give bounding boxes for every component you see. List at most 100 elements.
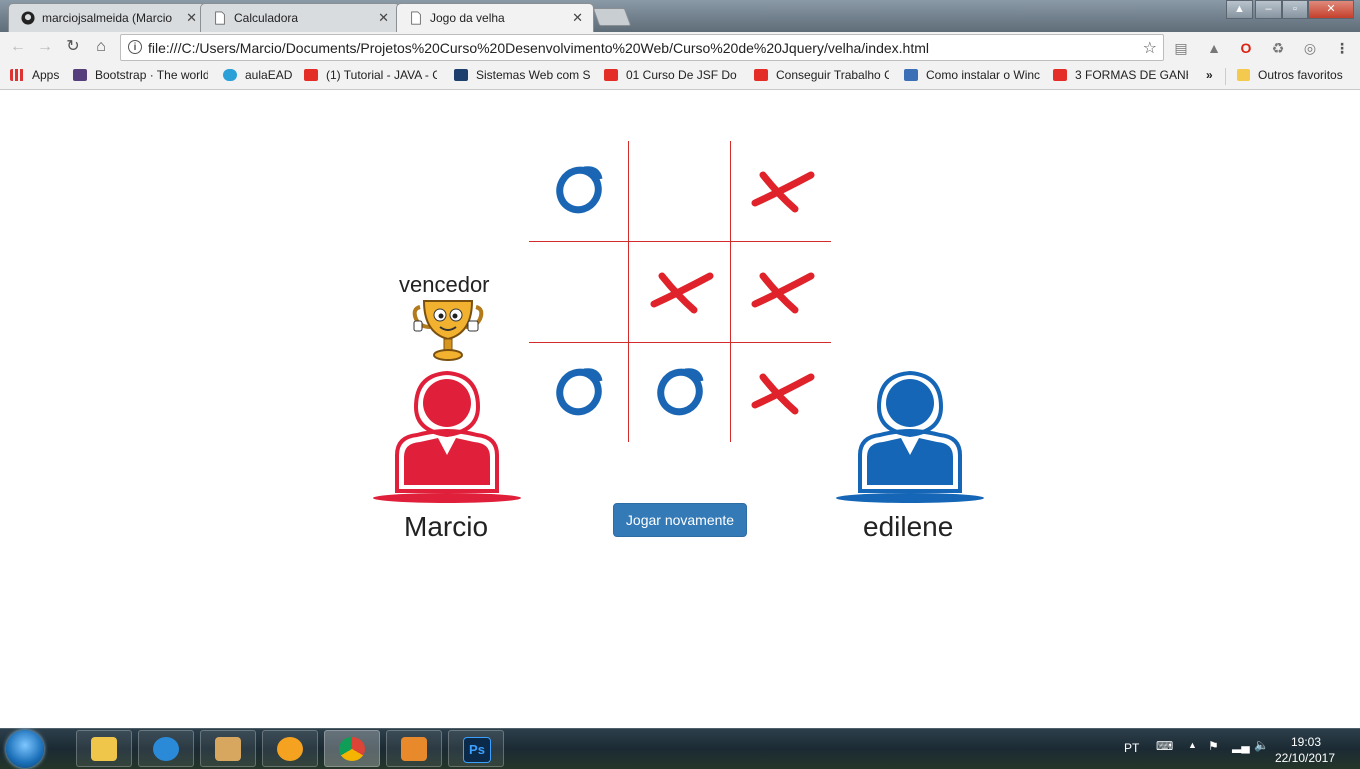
bookmark-bootstrap[interactable]: Bootstrap · The world bbox=[73, 68, 208, 84]
site-icon bbox=[454, 69, 468, 81]
drive-extension-icon[interactable]: ▲ bbox=[1206, 40, 1222, 56]
show-hidden-icons-icon[interactable]: ▲ bbox=[1188, 740, 1197, 750]
window-close-button[interactable]: ✕ bbox=[1308, 0, 1354, 19]
board-cell[interactable] bbox=[529, 141, 629, 241]
pdf-extension-icon[interactable]: ▤ bbox=[1173, 40, 1189, 56]
bookmark-curso-jsf[interactable]: 01 Curso De JSF Do Z bbox=[604, 68, 739, 84]
menu-icon[interactable]: ⋮ bbox=[1334, 40, 1350, 56]
board-cell[interactable] bbox=[529, 343, 629, 443]
home-icon[interactable]: ⌂ bbox=[91, 37, 111, 57]
user-profile-button[interactable]: ▲ bbox=[1226, 0, 1253, 19]
player1-name: Marcio bbox=[404, 511, 489, 542]
play-again-button[interactable]: Jogar novamente bbox=[613, 503, 747, 537]
chrome-icon bbox=[339, 737, 365, 761]
clock-date[interactable]: 22/10/2017 bbox=[1270, 751, 1340, 765]
bookmark-como-instalar[interactable]: Como instalar o Winc bbox=[904, 68, 1040, 84]
forward-icon[interactable]: → bbox=[35, 37, 55, 57]
explorer-icon bbox=[91, 737, 117, 761]
tab-jogo-da-velha[interactable]: Jogo da velha ✕ bbox=[396, 3, 594, 32]
o-mark-icon bbox=[556, 368, 603, 416]
start-button[interactable] bbox=[6, 730, 44, 768]
cloud-icon bbox=[223, 69, 237, 81]
minimize-button[interactable]: – bbox=[1255, 0, 1282, 19]
taskbar-internet-explorer[interactable] bbox=[138, 730, 194, 767]
bookmark-other-favorites[interactable]: Outros favoritos bbox=[1237, 68, 1343, 84]
o-mark-icon bbox=[657, 368, 704, 416]
bookmark-sistemas-web[interactable]: Sistemas Web com Sp bbox=[454, 68, 590, 84]
page-icon bbox=[215, 11, 225, 25]
volume-icon[interactable]: 🔈 bbox=[1254, 738, 1269, 752]
tab-calculadora[interactable]: Calculadora ✕ bbox=[200, 3, 400, 32]
address-bar[interactable]: i file:///C:/Users/Marcio/Documents/Proj… bbox=[120, 34, 1164, 61]
bookmark-apps[interactable]: Apps bbox=[10, 68, 59, 84]
board-cell[interactable] bbox=[731, 141, 831, 241]
youtube-icon bbox=[304, 69, 318, 81]
trophy-icon bbox=[412, 300, 484, 361]
taskbar-app-orange[interactable] bbox=[262, 730, 318, 767]
game-page: vencedor Marcio Jogar novamente edilene bbox=[0, 90, 1360, 728]
taskbar-chrome[interactable] bbox=[324, 730, 380, 767]
close-icon[interactable]: ✕ bbox=[378, 10, 389, 26]
bookmarks-bar: Apps Bootstrap · The world aulaEAD (1) T… bbox=[0, 63, 1360, 90]
taskbar-media[interactable] bbox=[386, 730, 442, 767]
address-url[interactable]: file:///C:/Users/Marcio/Documents/Projet… bbox=[148, 40, 929, 56]
photoshop-icon: Ps bbox=[463, 737, 491, 763]
opera-extension-icon[interactable]: O bbox=[1238, 40, 1254, 56]
tab-strip: marciojsalmeida (Marcio ✕ Calculadora ✕ … bbox=[0, 0, 1360, 32]
more-bookmarks-button[interactable]: » bbox=[1206, 68, 1213, 84]
board-cell[interactable] bbox=[630, 242, 730, 342]
apps-grid-icon bbox=[10, 69, 24, 81]
reload-icon[interactable]: ↻ bbox=[63, 37, 83, 57]
youtube-icon bbox=[1053, 69, 1067, 81]
taskbar-mail[interactable] bbox=[200, 730, 256, 767]
folder-icon bbox=[1237, 69, 1250, 81]
x-mark-icon bbox=[751, 171, 815, 213]
internet-explorer-icon bbox=[153, 737, 179, 761]
board-cell[interactable] bbox=[630, 343, 730, 443]
youtube-icon bbox=[754, 69, 768, 81]
back-icon[interactable]: ← bbox=[8, 37, 28, 57]
sync-extension-icon[interactable]: ◎ bbox=[1302, 40, 1318, 56]
board-cell[interactable] bbox=[731, 242, 831, 342]
board-cell[interactable] bbox=[529, 242, 629, 342]
o-mark-icon bbox=[556, 166, 603, 214]
board-cell[interactable] bbox=[630, 141, 730, 241]
bookmark-divider bbox=[1225, 68, 1226, 85]
action-center-icon[interactable]: ⚑ bbox=[1208, 739, 1219, 753]
taskbar-explorer[interactable] bbox=[76, 730, 132, 767]
bookmark-3-formas[interactable]: 3 FORMAS DE GANH bbox=[1053, 68, 1188, 84]
taskbar-photoshop[interactable]: Ps bbox=[448, 730, 504, 767]
network-icon[interactable]: ▂▄ bbox=[1232, 739, 1250, 753]
sd-icon bbox=[904, 69, 918, 81]
github-icon bbox=[21, 11, 35, 25]
recycle-extension-icon[interactable]: ♻ bbox=[1270, 40, 1286, 56]
taskbar: Ps PT ⌨ ▲ ⚑ ▂▄ 🔈 19:03 22/10/2017 bbox=[0, 728, 1360, 769]
tab-github[interactable]: marciojsalmeida (Marcio ✕ bbox=[8, 3, 208, 32]
player2-name: edilene bbox=[863, 511, 954, 542]
language-indicator[interactable]: PT bbox=[1124, 741, 1139, 755]
board-cell[interactable] bbox=[731, 343, 831, 443]
media-icon bbox=[401, 737, 427, 761]
app-orange-icon bbox=[277, 737, 303, 761]
system-tray: PT ⌨ ▲ ⚑ ▂▄ 🔈 19:03 22/10/2017 bbox=[1100, 729, 1360, 769]
star-icon[interactable]: ☆ bbox=[1143, 38, 1157, 58]
bookmark-conseguir-trabalho[interactable]: Conseguir Trabalho C bbox=[754, 68, 889, 84]
youtube-icon bbox=[604, 69, 618, 81]
close-icon[interactable]: ✕ bbox=[186, 10, 197, 26]
close-icon[interactable]: ✕ bbox=[572, 10, 583, 26]
tab-label: marciojsalmeida (Marcio bbox=[42, 11, 173, 25]
bookmark-aulaead[interactable]: aulaEAD bbox=[223, 68, 292, 84]
keyboard-icon[interactable]: ⌨ bbox=[1156, 739, 1173, 753]
tab-label: Jogo da velha bbox=[430, 11, 505, 25]
bookmark-tutorial-java[interactable]: (1) Tutorial - JAVA - C bbox=[304, 68, 437, 84]
player-avatar-icon bbox=[836, 370, 984, 503]
toolbar: ← → ↻ ⌂ i file:///C:/Users/Marcio/Docume… bbox=[0, 32, 1360, 63]
maximize-button[interactable]: ▫ bbox=[1282, 0, 1308, 19]
info-icon[interactable]: i bbox=[128, 40, 142, 54]
new-tab-button[interactable] bbox=[592, 8, 632, 26]
clock-time[interactable]: 19:03 bbox=[1276, 735, 1336, 749]
mail-icon bbox=[215, 737, 241, 761]
tab-label: Calculadora bbox=[234, 11, 299, 25]
x-mark-icon bbox=[650, 272, 714, 314]
page-icon bbox=[411, 11, 421, 25]
